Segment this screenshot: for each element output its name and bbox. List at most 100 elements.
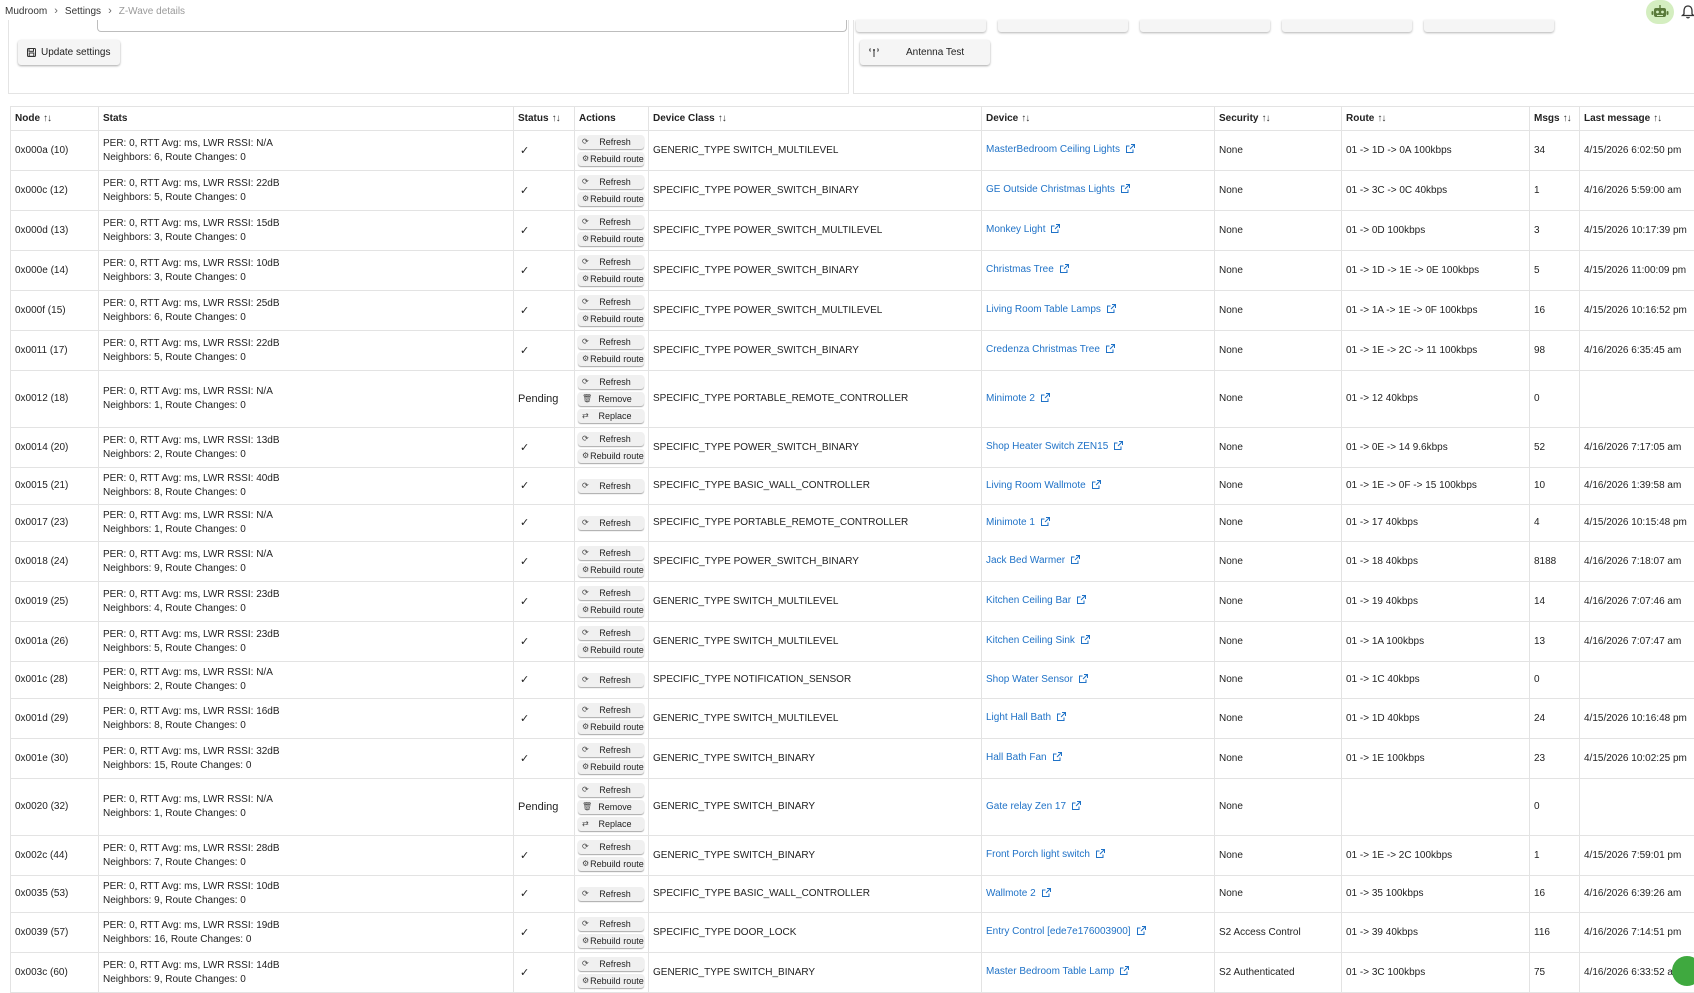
sort-icon[interactable]: ↑↓: [1377, 113, 1385, 124]
tool-button[interactable]: [1424, 20, 1554, 32]
device-link[interactable]: Shop Heater Switch ZEN15: [986, 441, 1108, 452]
sort-icon[interactable]: ↑↓: [1563, 113, 1571, 124]
refresh-button[interactable]: ⟳Refresh: [578, 743, 644, 757]
external-link-icon[interactable]: [1106, 344, 1115, 358]
fab-button[interactable]: [1672, 956, 1694, 986]
tool-button[interactable]: [856, 20, 986, 32]
device-link[interactable]: Minimote 2: [986, 393, 1035, 404]
column-header-security[interactable]: Security↑↓: [1215, 107, 1342, 131]
device-link[interactable]: Shop Water Sensor: [986, 674, 1073, 685]
sort-icon[interactable]: ↑↓: [1261, 113, 1269, 124]
rebuild-route-button[interactable]: ⚙Rebuild route: [578, 934, 644, 948]
tool-button[interactable]: [1282, 20, 1412, 32]
refresh-button[interactable]: ⟳Refresh: [578, 703, 644, 717]
refresh-button[interactable]: ⟳Refresh: [578, 917, 644, 931]
bell-icon[interactable]: [1680, 4, 1694, 20]
remove-button[interactable]: 🗑Remove: [578, 392, 644, 406]
sort-icon[interactable]: ↑↓: [43, 113, 51, 124]
refresh-button[interactable]: ⟳Refresh: [578, 215, 644, 229]
external-link-icon[interactable]: [1077, 595, 1086, 609]
device-link[interactable]: Minimote 1: [986, 517, 1035, 528]
update-settings-button[interactable]: Update settings: [18, 40, 120, 65]
rebuild-route-button[interactable]: ⚙Rebuild route: [578, 312, 644, 326]
refresh-button[interactable]: ⟳Refresh: [578, 840, 644, 854]
external-link-icon[interactable]: [1053, 752, 1062, 766]
refresh-button[interactable]: ⟳Refresh: [578, 295, 644, 309]
rebuild-route-button[interactable]: ⚙Rebuild route: [578, 232, 644, 246]
device-link[interactable]: Jack Bed Warmer: [986, 555, 1065, 566]
rebuild-route-button[interactable]: ⚙Rebuild route: [578, 857, 644, 871]
sort-icon[interactable]: ↑↓: [1653, 113, 1661, 124]
refresh-button[interactable]: ⟳Refresh: [578, 586, 644, 600]
device-link[interactable]: Gate relay Zen 17: [986, 801, 1066, 812]
refresh-button[interactable]: ⟳Refresh: [578, 516, 644, 530]
external-link-icon[interactable]: [1079, 674, 1088, 688]
external-link-icon[interactable]: [1114, 441, 1123, 455]
rebuild-route-button[interactable]: ⚙Rebuild route: [578, 192, 644, 206]
rebuild-route-button[interactable]: ⚙Rebuild route: [578, 760, 644, 774]
settings-input-field[interactable]: [97, 20, 847, 32]
column-header-device-class[interactable]: Device Class↑↓: [649, 107, 982, 131]
external-link-icon[interactable]: [1096, 849, 1105, 863]
sort-icon[interactable]: ↑↓: [718, 113, 726, 124]
refresh-button[interactable]: ⟳Refresh: [578, 626, 644, 640]
external-link-icon[interactable]: [1072, 801, 1081, 815]
external-link-icon[interactable]: [1126, 144, 1135, 158]
rebuild-route-button[interactable]: ⚙Rebuild route: [578, 720, 644, 734]
external-link-icon[interactable]: [1092, 480, 1101, 494]
external-link-icon[interactable]: [1057, 712, 1066, 726]
device-link[interactable]: GE Outside Christmas Lights: [986, 184, 1115, 195]
device-link[interactable]: Kitchen Ceiling Sink: [986, 635, 1075, 646]
device-link[interactable]: Wallmote 2: [986, 888, 1036, 899]
device-link[interactable]: Credenza Christmas Tree: [986, 344, 1100, 355]
column-header-device[interactable]: Device↑↓: [982, 107, 1215, 131]
refresh-button[interactable]: ⟳Refresh: [578, 546, 644, 560]
refresh-button[interactable]: ⟳Refresh: [578, 957, 644, 971]
refresh-button[interactable]: ⟳Refresh: [578, 175, 644, 189]
external-link-icon[interactable]: [1121, 184, 1130, 198]
rebuild-route-button[interactable]: ⚙Rebuild route: [578, 352, 644, 366]
breadcrumb-settings[interactable]: Settings: [65, 6, 101, 17]
rebuild-route-button[interactable]: ⚙Rebuild route: [578, 272, 644, 286]
external-link-icon[interactable]: [1071, 555, 1080, 569]
refresh-button[interactable]: ⟳Refresh: [578, 673, 644, 687]
refresh-button[interactable]: ⟳Refresh: [578, 335, 644, 349]
rebuild-route-button[interactable]: ⚙Rebuild route: [578, 974, 644, 988]
rebuild-route-button[interactable]: ⚙Rebuild route: [578, 563, 644, 577]
refresh-button[interactable]: ⟳Refresh: [578, 783, 644, 797]
rebuild-route-button[interactable]: ⚙Rebuild route: [578, 603, 644, 617]
tool-button[interactable]: [998, 20, 1128, 32]
refresh-button[interactable]: ⟳Refresh: [578, 479, 644, 493]
device-link[interactable]: Christmas Tree: [986, 264, 1054, 275]
external-link-icon[interactable]: [1137, 926, 1146, 940]
external-link-icon[interactable]: [1107, 304, 1116, 318]
external-link-icon[interactable]: [1081, 635, 1090, 649]
external-link-icon[interactable]: [1060, 264, 1069, 278]
sort-icon[interactable]: ↑↓: [1021, 113, 1029, 124]
breadcrumb-mudroom[interactable]: Mudroom: [5, 6, 47, 17]
replace-button[interactable]: ⇄Replace: [578, 817, 644, 831]
external-link-icon[interactable]: [1042, 888, 1051, 902]
refresh-button[interactable]: ⟳Refresh: [578, 375, 644, 389]
device-link[interactable]: Living Room Table Lamps: [986, 304, 1101, 315]
replace-button[interactable]: ⇄Replace: [578, 409, 644, 423]
external-link-icon[interactable]: [1041, 393, 1050, 407]
refresh-button[interactable]: ⟳Refresh: [578, 135, 644, 149]
external-link-icon[interactable]: [1041, 517, 1050, 531]
rebuild-route-button[interactable]: ⚙Rebuild route: [578, 449, 644, 463]
column-header-last-message[interactable]: Last message↑↓: [1580, 107, 1694, 131]
device-link[interactable]: Hall Bath Fan: [986, 752, 1047, 763]
device-link[interactable]: Kitchen Ceiling Bar: [986, 595, 1071, 606]
device-link[interactable]: Light Hall Bath: [986, 712, 1051, 723]
column-header-msgs[interactable]: Msgs↑↓: [1530, 107, 1580, 131]
remove-button[interactable]: 🗑Remove: [578, 800, 644, 814]
refresh-button[interactable]: ⟳Refresh: [578, 255, 644, 269]
device-link[interactable]: Living Room Wallmote: [986, 480, 1086, 491]
device-link[interactable]: Front Porch light switch: [986, 849, 1090, 860]
tool-button[interactable]: [1140, 20, 1270, 32]
sort-icon[interactable]: ↑↓: [552, 113, 560, 124]
device-link[interactable]: Monkey Light: [986, 224, 1045, 235]
antenna-test-button[interactable]: Antenna Test: [860, 40, 990, 65]
external-link-icon[interactable]: [1120, 966, 1129, 980]
device-link[interactable]: MasterBedroom Ceiling Lights: [986, 144, 1120, 155]
